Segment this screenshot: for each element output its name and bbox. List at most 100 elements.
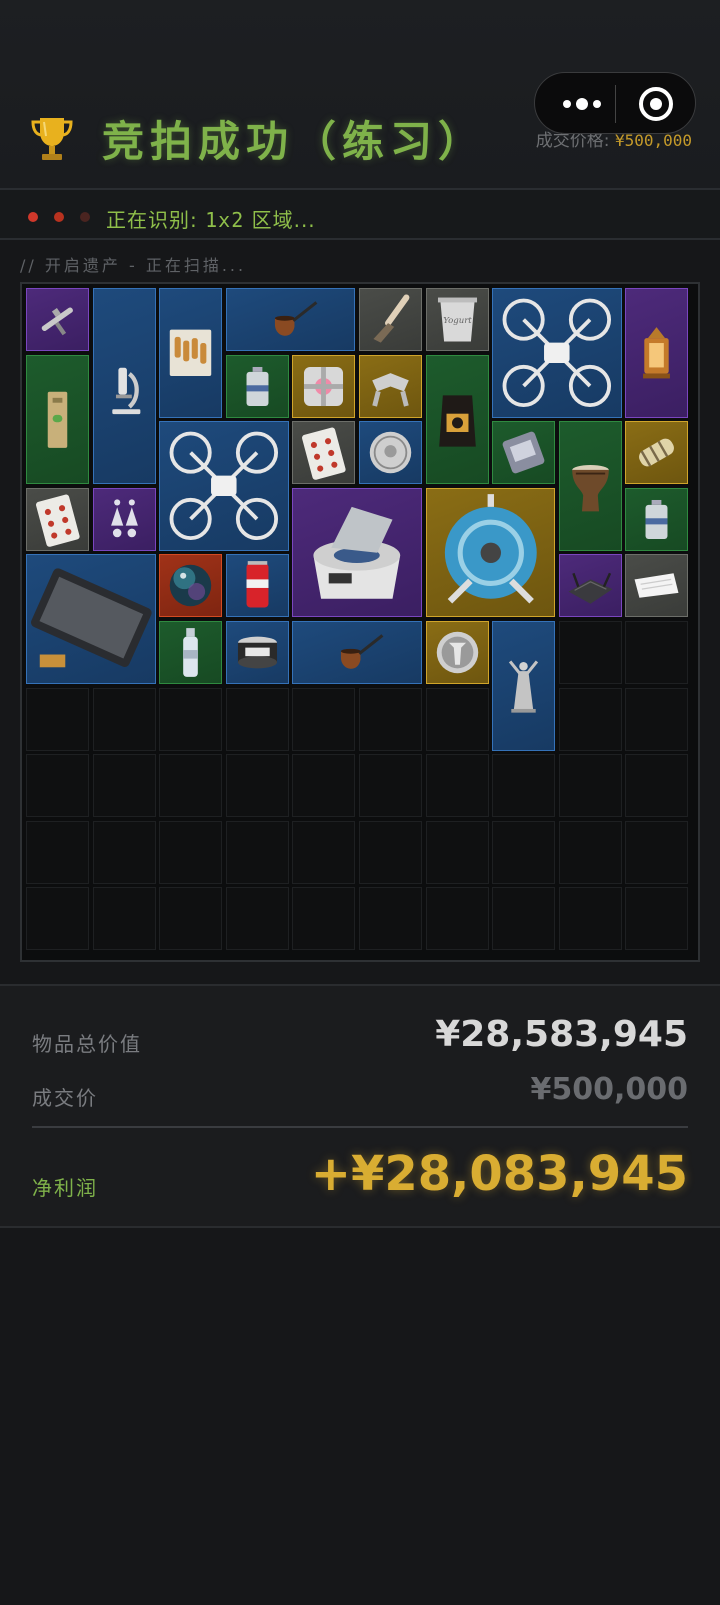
claw-icon bbox=[372, 372, 409, 407]
item-earrings[interactable] bbox=[92, 487, 156, 551]
close-miniprogram-icon[interactable] bbox=[637, 85, 675, 123]
grid-cell bbox=[159, 820, 223, 884]
grid-cell bbox=[292, 754, 356, 818]
item-drone[interactable] bbox=[492, 288, 622, 418]
item-playing-card-hearts[interactable] bbox=[26, 487, 89, 551]
airbrush-icon bbox=[41, 307, 73, 336]
grid-cell bbox=[26, 687, 89, 751]
status-dot-1 bbox=[28, 212, 38, 222]
item-silver-medal[interactable] bbox=[425, 621, 489, 684]
reel-icon bbox=[444, 493, 537, 604]
grid-cell bbox=[558, 820, 622, 884]
total-value: ¥28,583,945 bbox=[435, 1014, 688, 1055]
grid-cell bbox=[26, 820, 89, 884]
grid-cell bbox=[425, 820, 489, 884]
item-soda-can[interactable] bbox=[225, 554, 289, 618]
header: 竞拍成功（练习） 成交价格: ¥500,000 bbox=[0, 0, 720, 188]
medal-icon bbox=[436, 631, 478, 674]
statue-icon bbox=[509, 660, 539, 713]
grid-cell bbox=[625, 687, 689, 751]
coin-icon bbox=[369, 431, 412, 474]
item-display-panel[interactable] bbox=[26, 554, 156, 684]
summary-panel: 物品总价值 ¥28,583,945 成交价 ¥500,000 净利润 +¥28,… bbox=[0, 984, 720, 1228]
grid-cell bbox=[359, 820, 422, 884]
grid-cell bbox=[625, 621, 689, 684]
grid-cell bbox=[292, 820, 356, 884]
item-airbrush[interactable] bbox=[26, 288, 89, 351]
item-tobacco-pipe-2[interactable] bbox=[292, 621, 422, 684]
grid-cell bbox=[225, 754, 289, 818]
grid-cell bbox=[359, 887, 422, 951]
item-battery-cell[interactable] bbox=[225, 354, 289, 418]
item-centrifuge[interactable] bbox=[292, 487, 422, 618]
grid-cell bbox=[292, 687, 356, 751]
deal-value: ¥500,000 bbox=[530, 1072, 688, 1107]
level-icon bbox=[47, 391, 68, 448]
item-scroll-bundle[interactable] bbox=[625, 421, 689, 485]
grid-cell bbox=[492, 754, 556, 818]
scroll-icon bbox=[639, 438, 675, 467]
grid-cell bbox=[225, 820, 289, 884]
item-companion-cube[interactable] bbox=[292, 354, 356, 418]
item-playing-card-spades[interactable] bbox=[292, 421, 356, 485]
grid-cell bbox=[425, 687, 489, 751]
svg-text:Yogurt: Yogurt bbox=[443, 316, 472, 326]
item-spirit-level[interactable] bbox=[26, 354, 89, 485]
item-coffee-bag[interactable] bbox=[425, 354, 489, 485]
grid-cell bbox=[625, 820, 689, 884]
item-cable-reel[interactable] bbox=[425, 487, 556, 618]
item-drone-2[interactable] bbox=[159, 421, 289, 551]
cup-icon: Yogurt bbox=[437, 297, 477, 342]
item-paint-brush[interactable] bbox=[359, 288, 422, 351]
item-bullet-box[interactable] bbox=[159, 288, 223, 418]
item-tobacco-pipe[interactable] bbox=[225, 288, 356, 351]
item-yogurt-cup[interactable]: Yogurt bbox=[425, 288, 489, 351]
item-statue[interactable] bbox=[492, 621, 556, 751]
item-mech-claw[interactable] bbox=[359, 354, 422, 418]
bottle-icon bbox=[183, 628, 199, 677]
item-paper-sheet[interactable] bbox=[625, 554, 689, 618]
ammo-box-icon bbox=[169, 329, 212, 376]
inventory-grid: Yogurt bbox=[20, 282, 700, 962]
sphere-icon bbox=[169, 565, 212, 607]
can-icon bbox=[246, 561, 269, 608]
profit-label: 净利润 bbox=[32, 1176, 98, 1200]
microscope-icon bbox=[111, 367, 140, 415]
more-icon[interactable] bbox=[557, 93, 607, 115]
status-dot-3 bbox=[80, 212, 90, 222]
grid-cell bbox=[292, 887, 356, 951]
status-text: 正在识别: 1x2 区域... bbox=[106, 204, 316, 233]
item-gadget[interactable] bbox=[492, 421, 556, 485]
item-router[interactable] bbox=[558, 554, 622, 618]
lantern-icon bbox=[643, 327, 671, 379]
item-silver-coin[interactable] bbox=[359, 421, 422, 485]
grid-cell bbox=[159, 887, 223, 951]
centrifuge-icon bbox=[313, 506, 401, 599]
router-icon bbox=[568, 573, 613, 605]
status-bar: 正在识别: 1x2 区域... bbox=[0, 188, 720, 240]
item-battery-cell-2[interactable] bbox=[625, 487, 689, 551]
item-marble-sphere[interactable] bbox=[159, 554, 223, 618]
grid-cell bbox=[359, 687, 422, 751]
capsule-divider bbox=[615, 85, 616, 123]
drum-icon bbox=[571, 465, 609, 512]
grid-cell bbox=[558, 687, 622, 751]
brush-icon bbox=[373, 294, 410, 343]
item-water-bottle[interactable] bbox=[159, 621, 223, 684]
trophy-icon bbox=[31, 118, 73, 160]
summary-divider bbox=[32, 1126, 688, 1128]
status-region: 1x2 bbox=[205, 208, 245, 232]
grid-cell bbox=[558, 754, 622, 818]
scan-line: // 开启遗产 - 正在扫描... bbox=[20, 256, 247, 275]
tin-icon bbox=[237, 636, 277, 669]
item-microscope[interactable] bbox=[92, 288, 156, 485]
grid-cell bbox=[92, 754, 156, 818]
grid-cell bbox=[26, 887, 89, 951]
grid-cell bbox=[492, 887, 556, 951]
battery-icon bbox=[246, 366, 269, 406]
item-lantern[interactable] bbox=[625, 288, 689, 418]
deal-price-label: 成交价格: bbox=[535, 131, 610, 151]
item-djembe-drum[interactable] bbox=[558, 421, 622, 551]
item-tin-can[interactable] bbox=[225, 621, 289, 684]
cube-icon bbox=[304, 366, 344, 406]
